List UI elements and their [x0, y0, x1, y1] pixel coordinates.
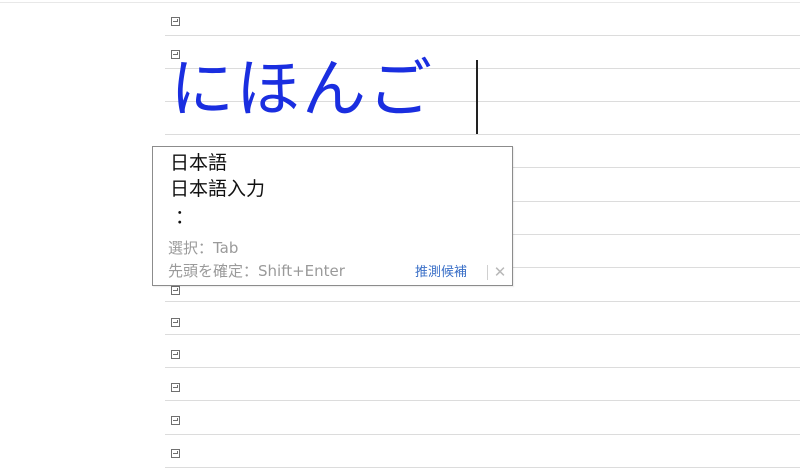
- ruled-line: [165, 434, 800, 435]
- page-top-border: [0, 2, 800, 3]
- paragraph-mark-icon: [171, 17, 180, 26]
- close-icon[interactable]: ✕: [491, 263, 509, 281]
- candidate-item[interactable]: 日本語: [170, 151, 227, 175]
- candidate-more-ellipsis: ：: [175, 206, 195, 228]
- document-page[interactable]: にほんご 日本語 日本語入力 ： 選択：Tab 先頭を確定：Shift+Ente…: [0, 0, 800, 472]
- ruled-line: [165, 35, 800, 36]
- paragraph-mark-icon: [171, 383, 180, 392]
- candidate-item[interactable]: 日本語入力: [170, 177, 265, 201]
- ime-composition-text[interactable]: にほんご: [170, 48, 434, 132]
- text-caret: [476, 60, 478, 134]
- ruled-line: [165, 334, 800, 335]
- commit-first-hint: 先頭を確定：Shift+Enter: [168, 262, 345, 280]
- popup-separator: [487, 265, 488, 280]
- ruled-line: [165, 134, 800, 135]
- paragraph-mark-icon: [171, 449, 180, 458]
- ime-candidate-window[interactable]: 日本語 日本語入力 ： 選択：Tab 先頭を確定：Shift+Enter 推測候…: [152, 146, 513, 286]
- ruled-line: [165, 467, 800, 468]
- paragraph-mark-icon: [171, 286, 180, 295]
- prediction-candidates-link[interactable]: 推測候補: [415, 265, 467, 281]
- paragraph-mark-icon: [171, 416, 180, 425]
- ruled-line: [165, 301, 800, 302]
- paragraph-mark-icon: [171, 318, 180, 327]
- paragraph-mark-icon: [171, 350, 180, 359]
- select-hint: 選択：Tab: [168, 239, 239, 257]
- ruled-line: [165, 400, 800, 401]
- ruled-line: [165, 367, 800, 368]
